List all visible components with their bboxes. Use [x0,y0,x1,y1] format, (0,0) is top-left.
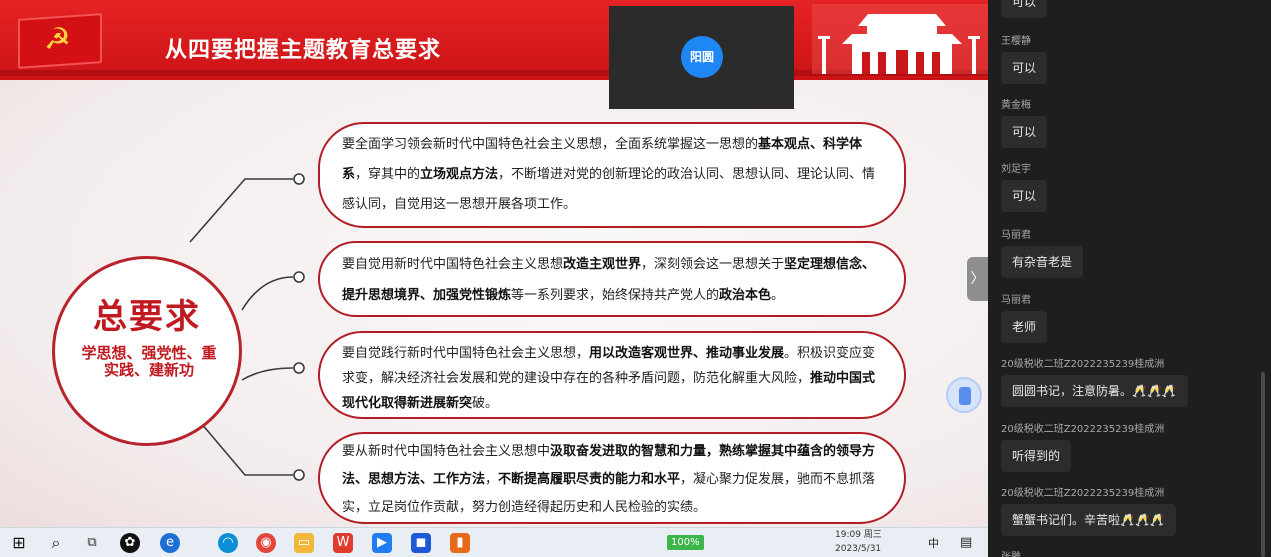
body-text: 。 [771,288,785,303]
chat-sender: 20级税收二班Z2022235239桂成洲 [1001,424,1165,435]
windows-start-icon[interactable]: ⊞ [9,533,29,553]
app-icon-3[interactable]: ▮ [450,533,470,553]
chat-bubble: 可以 [1001,180,1048,212]
body-text: 要全面学习领会新时代中国特色社会主义思想，全面系统掌握这一思想的 [342,137,759,152]
clock-date[interactable]: 2023/5/31 [835,542,881,557]
ie-icon[interactable]: e [160,533,180,553]
presentation-stage: ☭ 从四要把握主题教育总要求 总要求 学思想、强党性、重实践、建新功 要全面学习… [0,0,988,527]
task-view-icon[interactable]: ⧉ [82,533,102,553]
chat-bubble: 可以 [1001,0,1048,18]
requirement-box-1: 要全面学习领会新时代中国特色社会主义思想，全面系统掌握这一思想的基本观点、科学体… [318,122,906,228]
chat-sender: 马丽君 [1001,295,1031,306]
body-text: 破。 [472,396,499,411]
hammer-sickle-icon: ☭ [44,22,71,57]
emphasis-text: 改造主观世界 [563,257,642,272]
chat-sender: 马丽君 [1001,230,1031,241]
body-text: ， [485,472,499,487]
chat-sender: 张雕 [1001,548,1021,557]
battery-indicator[interactable]: 100% [667,535,704,550]
chat-bubble: 圆圆书记，注意防暑。🥂🥂🥂 [1001,375,1188,407]
ime-indicator[interactable]: 中 [928,535,939,551]
body-text: ，深刻领会这一思想关于 [641,257,785,272]
body-text: 要自觉用新时代中国特色社会主义思想 [342,257,564,272]
chat-bubble: 听得到的 [1001,440,1072,472]
slide-banner: ☭ 从四要把握主题教育总要求 [0,0,988,80]
app-icon-1[interactable]: ✿ [120,533,140,553]
wps-icon[interactable]: W [333,533,353,553]
video-tile[interactable]: 阳圆 [609,6,794,109]
chat-sender: 王樱静 [1001,36,1031,47]
requirement-box-4: 要从新时代中国特色社会主义思想中汲取奋发进取的智慧和力量，熟练掌握其中蕴含的领导… [318,432,906,524]
hub-subtitle: 学思想、强党性、重实践、建新功 [81,344,217,379]
slide-body: 总要求 学思想、强党性、重实践、建新功 要全面学习领会新时代中国特色社会主义思想… [0,80,988,527]
body-text: ，穿其中的 [355,167,421,182]
chat-bubble: 蟹蟹书记们。辛苦啦🥂🥂🥂 [1001,504,1176,536]
chat-bubble: 老师 [1001,311,1048,343]
floating-tool-button[interactable] [946,377,982,413]
search-icon[interactable]: ⌕ [46,533,66,553]
clock-time[interactable]: 19:09 周三 [835,528,882,543]
chat-scrollbar[interactable] [1261,372,1265,557]
chrome-icon[interactable]: ◉ [256,533,276,553]
participant-avatar: 阳圆 [681,36,723,78]
edge-icon[interactable]: ◠ [218,533,238,553]
requirement-box-2: 要自觉用新时代中国特色社会主义思想改造主观世界，深刻领会这一思想关于坚定理想信念… [318,241,906,317]
hub-title: 总要求 [93,297,201,337]
notification-icon[interactable]: ▤ [960,535,972,550]
chevron-right-icon[interactable]: 〉 [967,257,988,301]
chat-sender: 黄金梅 [1001,100,1031,111]
emphasis-text: 不断提高履职尽责的能力和水平 [498,472,681,487]
meeting-app-icon[interactable]: ◼ [411,533,431,553]
hub-circle: 总要求 学思想、强党性、重实践、建新功 [52,256,242,446]
chat-bubble: 可以 [1001,52,1048,84]
windows-taskbar: ⊞ ⌕ ⧉ ✿ e ◠ ◉ ▭ W ▶ ◼ ▮ 100% 19:09 周三 20… [0,527,988,557]
chat-sender: 20级税收二班Z2022235239桂成洲 [1001,488,1165,499]
emphasis-text: 政治本色 [719,288,772,303]
body-text: 要从新时代中国特色社会主义思想中 [342,444,551,459]
body-text: 等一系列要求，始终保持共产党人的 [511,288,720,303]
app-icon-2[interactable]: ▶ [372,533,392,553]
tiananmen-gate-icon [812,4,988,74]
emphasis-text: 用以改造客观世界、推动事业发展 [589,346,785,361]
body-text: 要自觉践行新时代中国特色社会主义思想， [342,346,590,361]
chat-bubble: 可以 [1001,116,1048,148]
requirement-box-3: 要自觉践行新时代中国特色社会主义思想，用以改造客观世界、推动事业发展。积极识变应… [318,331,906,419]
slide-title: 从四要把握主题教育总要求 [165,38,442,63]
chat-sender: 20级税收二班Z2022235239桂成洲 [1001,359,1165,370]
chat-panel: 可以 王樱静 可以 黄金梅 可以 刘足宇 可以 马丽君 有杂音老是 马丽君 老师… [988,0,1271,557]
chat-bubble: 有杂音老是 [1001,246,1084,278]
tool-icon [959,387,971,405]
emphasis-text: 立场观点方法 [420,167,499,182]
file-explorer-icon[interactable]: ▭ [294,533,314,553]
chat-sender: 刘足宇 [1001,164,1031,175]
